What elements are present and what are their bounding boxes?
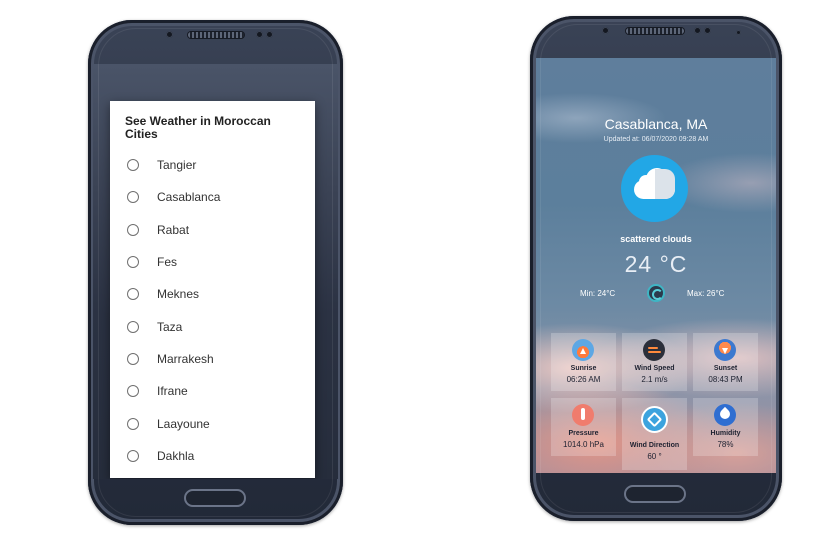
refresh-icon[interactable] bbox=[647, 284, 665, 302]
city-option-casablanca[interactable]: Casablanca bbox=[125, 181, 301, 213]
home-button[interactable] bbox=[184, 489, 246, 507]
city-label: Meknes bbox=[157, 287, 200, 302]
dialog-title: See Weather in Moroccan Cities bbox=[125, 114, 271, 141]
city-label: Laayoune bbox=[157, 416, 210, 431]
tile-label: Sunset bbox=[713, 365, 738, 372]
radio-button[interactable] bbox=[127, 256, 139, 269]
sensor-icon bbox=[166, 31, 173, 38]
city-label: Taza bbox=[157, 319, 183, 334]
tile-value: 2.1 m/s bbox=[641, 375, 668, 384]
min-temperature: Min: 24°C bbox=[580, 289, 616, 298]
city-option-meknes[interactable]: Meknes bbox=[125, 278, 301, 310]
arrow-down-icon bbox=[722, 348, 728, 354]
tile-pressure: Pressure 1014.0 hPa bbox=[551, 398, 616, 456]
water-drop-icon bbox=[714, 404, 736, 426]
radio-button[interactable] bbox=[127, 223, 139, 236]
tile-wind-speed: Wind Speed 2.1 m/s bbox=[622, 333, 687, 391]
city-option-taza[interactable]: Taza bbox=[125, 310, 301, 342]
radio-button[interactable] bbox=[127, 417, 139, 430]
phone-left: See Weather in Moroccan Cities Tangier C… bbox=[88, 20, 343, 525]
city-option-rabat[interactable]: Rabat bbox=[125, 214, 301, 246]
city-label: Tangier bbox=[157, 158, 197, 173]
radio-button[interactable] bbox=[127, 191, 139, 204]
city-option-laayoune[interactable]: Laayoune bbox=[125, 407, 301, 439]
tile-label: Pressure bbox=[568, 430, 599, 437]
arrow-up-icon bbox=[580, 348, 586, 354]
wind-line bbox=[648, 347, 658, 349]
wind-line bbox=[648, 351, 661, 353]
city-name: Casablanca, MA bbox=[604, 116, 708, 132]
thermometer-shape bbox=[581, 408, 585, 420]
radio-button[interactable] bbox=[127, 288, 139, 301]
city-option-ifrane[interactable]: Ifrane bbox=[125, 375, 301, 407]
weather-description: scattered clouds bbox=[620, 234, 692, 244]
camera-icon bbox=[256, 31, 263, 38]
sunset-icon bbox=[714, 339, 736, 361]
tile-value: 78% bbox=[717, 440, 734, 449]
tile-humidity: Humidity 78% bbox=[693, 398, 758, 456]
sunrise-icon bbox=[572, 339, 594, 361]
tile-wind-direction: Wind Direction 60 ° bbox=[622, 398, 687, 470]
camera-icon bbox=[694, 27, 701, 34]
radio-button[interactable] bbox=[127, 320, 139, 333]
wind-icon bbox=[643, 339, 665, 361]
tile-value: 08:43 PM bbox=[708, 375, 743, 384]
tile-label: Humidity bbox=[710, 430, 741, 437]
screen-right: Casablanca, MA Updated at: 06/07/2020 09… bbox=[536, 58, 776, 473]
tile-sunset: Sunset 08:43 PM bbox=[693, 333, 758, 391]
sensor-icon bbox=[704, 27, 711, 34]
city-label: Casablanca bbox=[157, 190, 221, 205]
phone-right: Casablanca, MA Updated at: 06/07/2020 09… bbox=[530, 16, 782, 521]
city-label: Dakhla bbox=[157, 448, 195, 463]
max-temperature: Max: 26°C bbox=[687, 289, 725, 298]
radio-button[interactable] bbox=[127, 159, 139, 172]
speaker-grille bbox=[626, 28, 684, 34]
drop-shape bbox=[717, 406, 733, 422]
cloud-shade bbox=[655, 169, 675, 199]
tile-value: 1014.0 hPa bbox=[563, 440, 604, 449]
city-label: Ifrane bbox=[157, 384, 188, 399]
thermometer-icon bbox=[572, 404, 594, 426]
city-option-marrakesh[interactable]: Marrakesh bbox=[125, 343, 301, 375]
compass-arrow-icon bbox=[641, 406, 668, 433]
tile-label: Sunrise bbox=[570, 365, 597, 372]
tile-value: 60 ° bbox=[647, 452, 662, 461]
sensor-icon bbox=[602, 27, 609, 34]
updated-timestamp: Updated at: 06/07/2020 09:28 AM bbox=[603, 136, 709, 143]
city-option-dakhla[interactable]: Dakhla bbox=[125, 440, 301, 472]
sensor-icon bbox=[736, 30, 741, 35]
current-temperature: 24 °C bbox=[624, 251, 688, 277]
city-label: Rabat bbox=[157, 222, 190, 237]
needle-shape bbox=[646, 411, 663, 428]
radio-button[interactable] bbox=[127, 385, 139, 398]
radio-button[interactable] bbox=[127, 352, 139, 365]
cloud-icon bbox=[621, 155, 688, 222]
sensor-icon bbox=[266, 31, 273, 38]
radio-button[interactable] bbox=[127, 449, 139, 462]
stage: See Weather in Moroccan Cities Tangier C… bbox=[0, 0, 832, 535]
city-option-tangier[interactable]: Tangier bbox=[125, 149, 301, 181]
city-option-fes[interactable]: Fes bbox=[125, 246, 301, 278]
home-button[interactable] bbox=[624, 485, 686, 503]
screen-left: See Weather in Moroccan Cities Tangier C… bbox=[93, 64, 338, 479]
tile-label: Wind Direction bbox=[629, 442, 680, 449]
tile-value: 06:26 AM bbox=[566, 375, 601, 384]
tile-sunrise: Sunrise 06:26 AM bbox=[551, 333, 616, 391]
city-label: Fes bbox=[157, 255, 178, 270]
city-radio-list: Tangier Casablanca Rabat Fes Meknes Taza… bbox=[125, 149, 301, 472]
city-label: Marrakesh bbox=[157, 351, 214, 366]
speaker-grille bbox=[188, 32, 244, 38]
tile-label: Wind Speed bbox=[634, 365, 675, 372]
city-select-dialog: See Weather in Moroccan Cities Tangier C… bbox=[110, 101, 315, 478]
